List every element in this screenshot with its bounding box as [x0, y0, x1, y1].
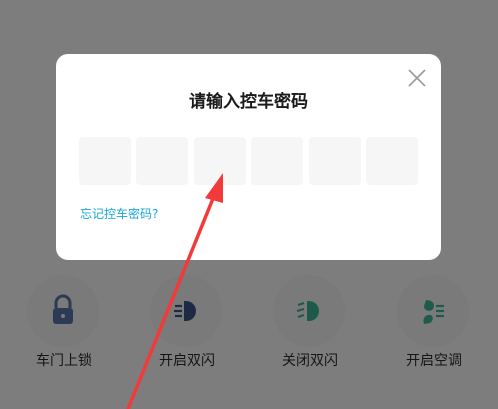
app-screen: 车门上锁 开启双闪 关闭双闪 开启空调 请输入控车密码 忘记控车密码? [0, 0, 498, 409]
hazard-on-button[interactable]: 开启双闪 [137, 272, 237, 382]
pin-box[interactable] [194, 137, 246, 185]
lock-doors-circle [28, 276, 98, 346]
password-dialog: 请输入控车密码 忘记控车密码? [56, 54, 441, 260]
pin-box[interactable] [79, 137, 131, 185]
forgot-password-link[interactable]: 忘记控车密码? [80, 205, 158, 222]
hazard-off-button[interactable]: 关闭双闪 [260, 272, 360, 382]
hazard-off-circle [274, 276, 344, 346]
pin-box[interactable] [366, 137, 418, 185]
lock-doors-label: 车门上锁 [36, 353, 92, 369]
close-icon[interactable] [406, 67, 428, 89]
pin-box[interactable] [251, 137, 303, 185]
air-conditioner-icon [423, 300, 444, 324]
pin-box[interactable] [309, 137, 361, 185]
pin-box[interactable] [136, 137, 188, 185]
hazard-lights-off-icon [296, 301, 319, 321]
lock-doors-button[interactable]: 车门上锁 [14, 272, 114, 382]
ac-on-circle [398, 276, 468, 346]
hazard-off-label: 关闭双闪 [282, 353, 338, 369]
dialog-title: 请输入控车密码 [189, 92, 308, 112]
hazard-lights-on-icon [174, 301, 196, 321]
ac-on-label: 开启空调 [406, 353, 462, 369]
hazard-on-label: 开启双闪 [159, 353, 215, 369]
lock-icon [53, 294, 73, 324]
ac-on-button[interactable]: 开启空调 [384, 272, 484, 382]
hazard-on-circle [151, 276, 221, 346]
